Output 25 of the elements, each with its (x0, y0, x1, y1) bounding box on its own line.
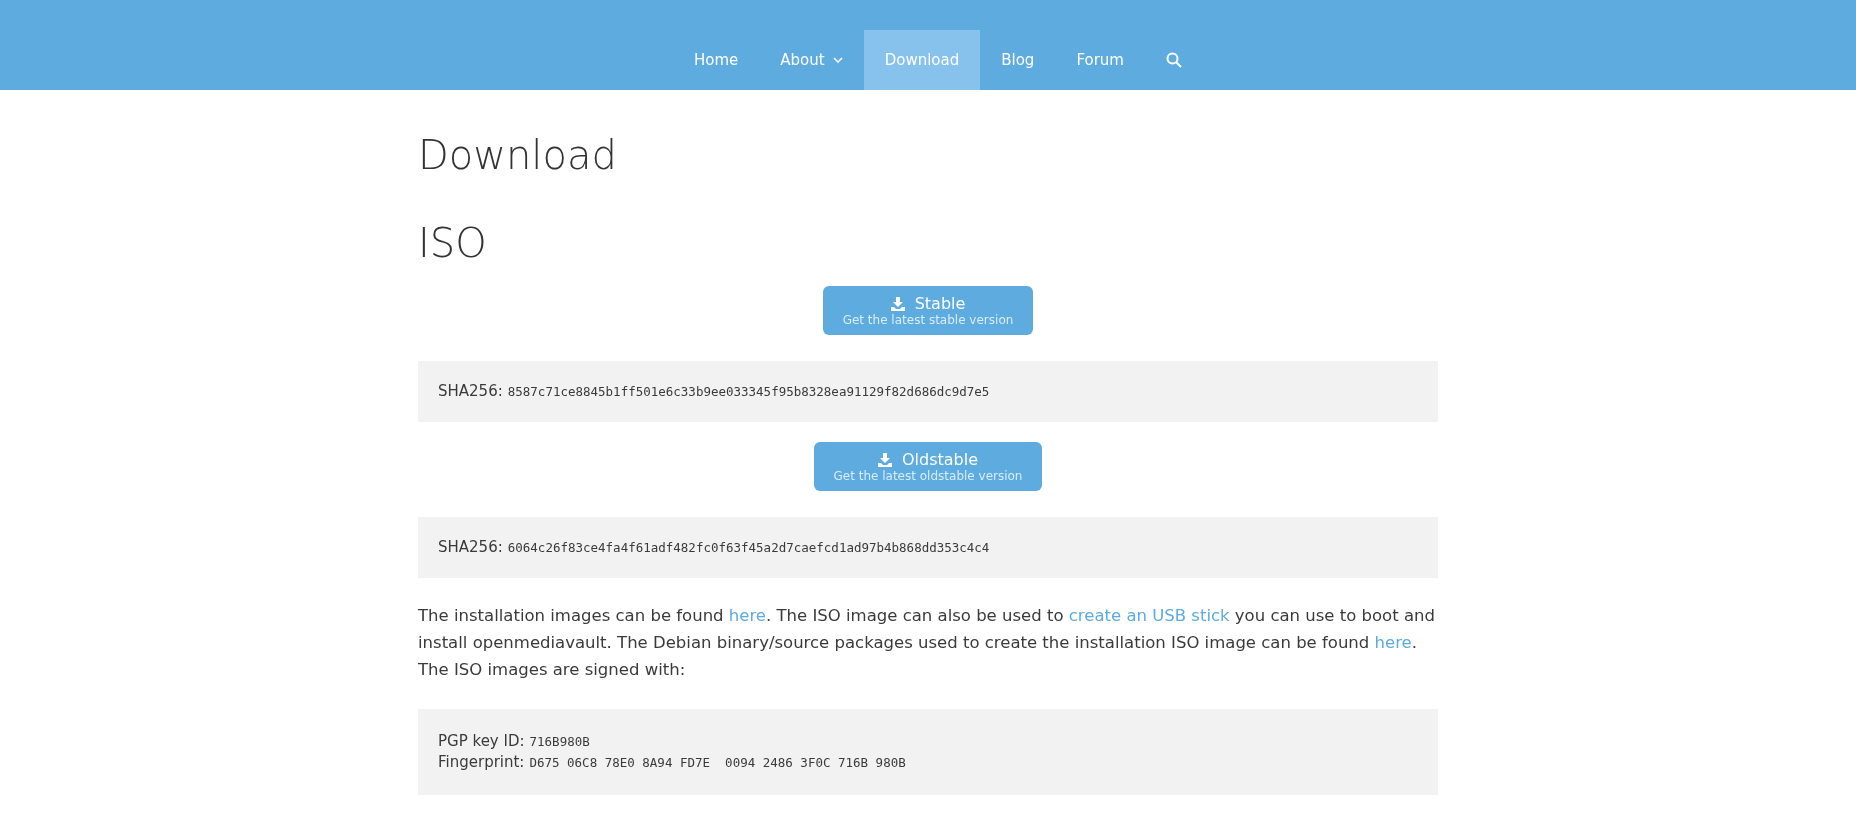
search-icon (1165, 52, 1182, 68)
nav-link[interactable]: Home (673, 30, 760, 90)
signature-value: 716B980B (529, 733, 590, 751)
download-button[interactable]: Stable Get the latest stable version (822, 286, 1034, 335)
description-paragraph: The installation images can be found here. The ISO image can also be used to create an USB stick you can use to boot and install openmediavault. The Debian binary/source packages used to create the installation ISO image can be found here. The ISO images are signed with: (418, 605, 1436, 681)
link[interactable]: here (1374, 633, 1412, 652)
link[interactable]: create an USB stick (1068, 606, 1230, 625)
section-heading: ISO (418, 220, 488, 266)
hash-value: 8587c71ce8845b1ff501e6c33b9ee033345f95b8328ea91129f82d686dc9d7e5 (507, 383, 990, 401)
nav-link[interactable]: Blog (980, 30, 1056, 90)
nav-link[interactable]: About (759, 30, 864, 90)
chevron-down-icon (832, 57, 843, 63)
hash-label: SHA256: (438, 381, 503, 401)
hash-value: 6064c26f83ce4fa4f61adf482fc0f63f45a2d7caefcd1ad97b4b868dd353c4c4 (507, 539, 990, 557)
nav-link[interactable]: Forum (1055, 30, 1145, 90)
nav-link[interactable]: Download (863, 30, 981, 90)
hash-label: SHA256: (438, 537, 503, 557)
page-title: Download (418, 132, 618, 178)
signature-value: D675 06C8 78E0 8A94 FD7E 0094 2486 3F0C 716B 980B (529, 754, 906, 772)
download-icon (877, 452, 892, 467)
signature-label: Fingerprint: (438, 752, 525, 772)
download-icon (890, 296, 905, 311)
link[interactable]: here (728, 606, 766, 625)
signature-label: PGP key ID: (438, 731, 525, 751)
download-button[interactable]: Oldstable Get the latest oldstable version (813, 442, 1043, 491)
